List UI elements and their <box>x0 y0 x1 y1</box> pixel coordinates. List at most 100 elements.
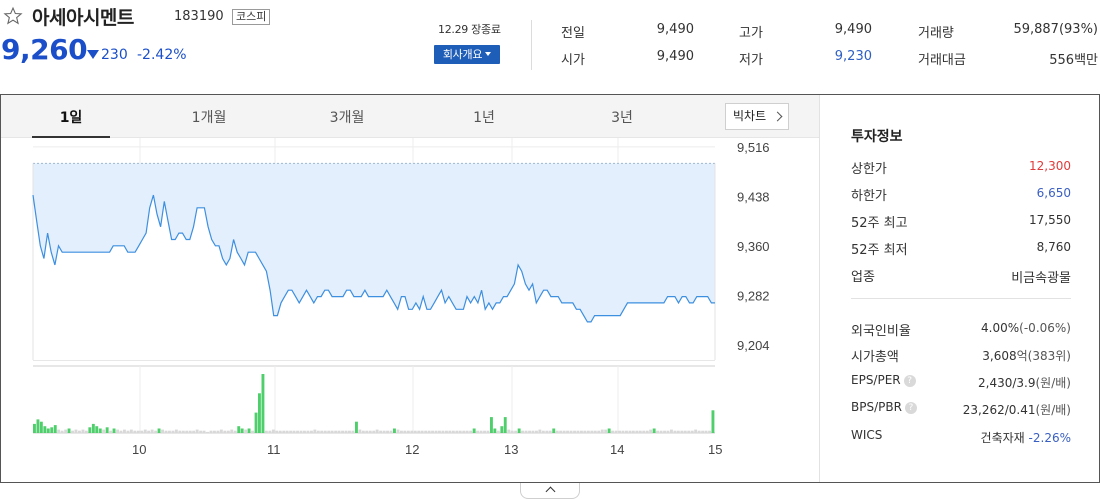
company-overview-button[interactable]: 회사개요 <box>434 45 500 64</box>
volume-bar <box>123 429 126 433</box>
volume-bar <box>157 428 161 433</box>
chart-panel: 1일 1개월 3개월 1년 3년 빅차트 9,516 9,438 9,360 9,28… <box>0 94 1100 483</box>
volume-bar <box>659 430 663 433</box>
tab-1day[interactable]: 1일 <box>31 107 111 127</box>
volume-bar <box>517 428 521 433</box>
upper-limit-value: 12,300 <box>1029 159 1071 173</box>
volume-bar <box>226 430 230 433</box>
volume-bar <box>413 430 417 433</box>
volume-bar <box>621 430 625 433</box>
down-arrow-icon <box>87 50 99 59</box>
help-icon[interactable]: ? <box>904 402 917 414</box>
volume-bar <box>237 426 241 433</box>
volume-bar <box>438 430 441 433</box>
volume-bar <box>431 430 434 433</box>
volume-bar <box>341 430 344 433</box>
volume-bar <box>694 429 698 433</box>
tab-3month[interactable]: 3개월 <box>307 107 387 127</box>
volume-bar <box>199 430 203 433</box>
volume-bar <box>264 430 268 433</box>
volume-bar <box>406 430 410 433</box>
volume-bar <box>510 430 514 433</box>
volume-bar <box>64 429 68 433</box>
industry-value[interactable]: 비금속광물 <box>1011 267 1071 286</box>
investment-info: 투자정보 상한가 12,300 하한가 6,650 52주 최고 17,550 … <box>819 95 1099 482</box>
eps-per-main: 2,430/3.9 <box>978 376 1036 390</box>
volume-bar <box>254 412 258 433</box>
volume-bar <box>708 430 711 433</box>
eps-per-value: 2,430/3.9(원/배) <box>978 374 1071 391</box>
tab-1month[interactable]: 1개월 <box>169 107 249 127</box>
volume-bar <box>365 430 369 433</box>
volume-bar <box>697 430 701 433</box>
volume-bar <box>71 430 74 433</box>
foreign-ratio-label: 외국인비율 <box>851 324 911 339</box>
caret-down-icon <box>485 52 492 56</box>
wics-value[interactable]: 건축자재 -2.26% <box>981 429 1071 446</box>
volume-bar <box>496 430 500 433</box>
volume-bar <box>611 430 614 433</box>
volume-bar <box>389 430 393 433</box>
volume-bar <box>33 423 36 433</box>
volume-bar <box>597 430 601 433</box>
volume-bar <box>282 430 286 433</box>
volume-bar <box>247 428 251 433</box>
low-52w-value: 8,760 <box>1036 240 1071 254</box>
volume-bar <box>417 430 421 433</box>
volume-bar <box>91 423 95 433</box>
volume-bar <box>102 429 106 433</box>
amount-value: 556백만 <box>1049 53 1098 68</box>
volume-bar <box>396 429 400 433</box>
volume-bar <box>483 430 486 433</box>
tab-1year[interactable]: 1년 <box>444 107 524 127</box>
volume-bar <box>327 430 331 433</box>
volume-bar <box>642 430 646 433</box>
help-icon[interactable]: ? <box>903 375 916 387</box>
volume-bar <box>590 430 594 433</box>
volume-bar <box>687 430 691 433</box>
eps-per-label-text: EPS/PER <box>851 373 901 387</box>
collapse-toggle[interactable] <box>520 483 580 499</box>
volume-bar <box>382 430 386 433</box>
volume-bar <box>445 430 448 433</box>
volume-bar <box>310 430 313 433</box>
volume-bar <box>379 430 383 433</box>
volume-bar <box>320 430 324 433</box>
change-amount: 230 <box>101 47 128 63</box>
volume-bar <box>386 430 389 433</box>
prev-close-value: 9,490 <box>656 22 694 37</box>
volume-bar <box>680 430 684 433</box>
volume-bar <box>628 430 632 433</box>
volume-value: 59,887(93%) <box>1013 22 1098 37</box>
foreign-ratio-value: 4.00%(-0.06%) <box>981 321 1071 335</box>
volume-bar <box>258 393 261 433</box>
volume-bar <box>559 430 563 433</box>
stock-code: 183190 <box>174 9 224 24</box>
foreign-ratio-change: (-0.06%) <box>1019 321 1071 335</box>
bps-pbr-label-text: BPS/PBR <box>851 400 902 414</box>
y-tick-label: 9,282 <box>737 288 770 303</box>
bigchart-button[interactable]: 빅차트 <box>725 103 789 130</box>
chevron-up-icon <box>545 486 556 497</box>
volume-bar <box>479 430 483 433</box>
volume-bar <box>465 430 469 433</box>
volume-bar <box>566 430 569 433</box>
x-tick-label: 10 <box>132 442 146 457</box>
volume-bar <box>154 430 158 433</box>
volume-bar <box>251 430 254 433</box>
volume-bar <box>361 430 365 433</box>
volume-bar <box>652 428 656 433</box>
tab-3year[interactable]: 3년 <box>582 107 662 127</box>
favorite-star-icon[interactable] <box>3 6 23 26</box>
prev-close-label: 전일 <box>561 26 585 41</box>
volume-bar <box>213 430 216 433</box>
volume-bar <box>663 430 666 433</box>
volume-bar <box>140 430 144 433</box>
low-52w-label: 52주 최저 <box>851 243 908 258</box>
volume-bar <box>524 430 528 433</box>
volume-bar <box>434 430 438 433</box>
volume-bar <box>507 429 511 433</box>
volume-bar <box>223 430 227 433</box>
volume-bar <box>168 430 171 433</box>
volume-bar <box>424 430 428 433</box>
